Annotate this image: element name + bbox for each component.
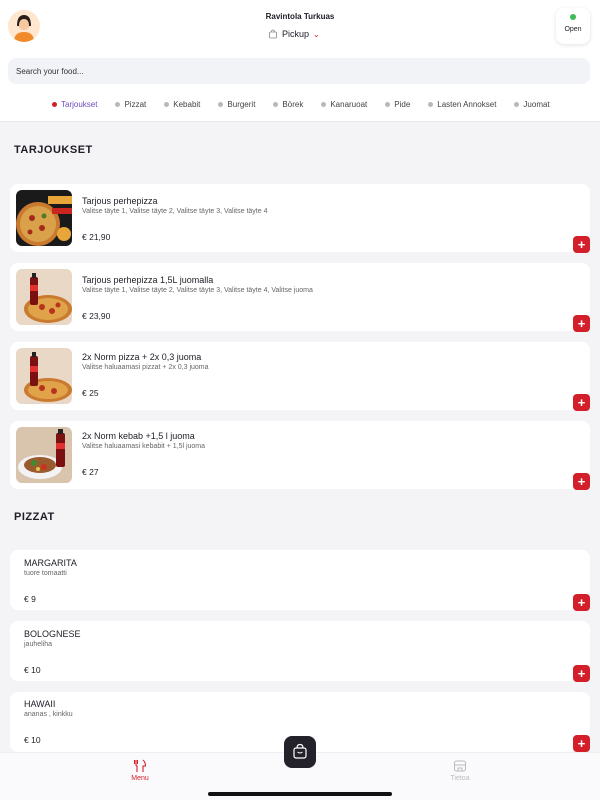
bullet-icon [385, 102, 391, 107]
item-image [16, 269, 72, 325]
item-description: Valitse haluaamasi kebabit + 1,5l juoma [82, 443, 206, 450]
item-description: tuore tomaatti [24, 570, 67, 577]
section-title-pizzas: PIZZAT [14, 511, 55, 523]
item-price: € 23,90 [82, 311, 111, 321]
nav-info[interactable]: Tietoa [420, 759, 500, 782]
app-header: Ravintola Turkuas Pickup ⌄ Open Tarjouks… [0, 0, 600, 122]
item-name: 2x Norm kebab +1,5 l juoma [82, 431, 195, 441]
add-to-cart-button[interactable]: + [573, 594, 590, 611]
nav-info-label: Tietoa [450, 775, 470, 782]
section-title-offers: TARJOUKSET [14, 144, 93, 156]
tab-juomat[interactable]: Juomat [514, 100, 550, 109]
add-to-cart-button[interactable]: + [573, 236, 590, 253]
bullet-icon [164, 102, 170, 107]
bullet-icon [514, 102, 520, 107]
menu-item-card[interactable]: 2x Norm kebab +1,5 l juoma Valitse halua… [10, 421, 590, 490]
menu-item-card[interactable]: Tarjous perhepizza Valitse täyte 1, Vali… [10, 184, 590, 253]
tab-pide[interactable]: Pide [385, 100, 410, 109]
bullet-icon [321, 102, 327, 107]
tab-label: Tarjoukset [61, 100, 98, 109]
add-to-cart-button[interactable]: + [573, 665, 590, 682]
item-price: € 21,90 [82, 232, 111, 242]
cart-button[interactable] [284, 736, 316, 768]
item-price: € 27 [82, 467, 99, 477]
fork-knife-icon [133, 759, 147, 772]
item-description: Valitse täyte 1, Valitse täyte 2, Valits… [82, 287, 313, 294]
category-tabs: Tarjoukset Pizzat Kebabit Burgerit Börek… [52, 100, 550, 109]
bag-icon [269, 29, 277, 39]
item-price: € 10 [24, 735, 41, 745]
item-price: € 10 [24, 665, 41, 675]
item-name: MARGARITA [24, 558, 77, 568]
tab-label: Kebabit [173, 100, 201, 109]
tab-label: Juomat [523, 100, 550, 109]
tab-label: Burgerit [227, 100, 256, 109]
tab-lasten-annokset[interactable]: Lasten Annokset [428, 100, 496, 109]
menu-item-card[interactable]: BOLOGNESE jauheliha € 10 + [10, 621, 590, 682]
item-name: HAWAII [24, 699, 56, 709]
item-description: jauheliha [24, 641, 53, 648]
nav-menu-label: Menu [131, 775, 149, 782]
add-to-cart-button[interactable]: + [573, 473, 590, 490]
menu-item-card[interactable]: Tarjous perhepizza 1,5L juomalla Valitse… [10, 263, 590, 332]
item-price: € 9 [24, 594, 36, 604]
add-to-cart-button[interactable]: + [573, 394, 590, 411]
item-image [16, 190, 72, 246]
item-description: ananas , kinkku [24, 711, 73, 718]
tab-burgerit[interactable]: Burgerit [218, 100, 255, 109]
status-label: Open [564, 26, 582, 33]
bullet-icon [115, 102, 121, 107]
tab-label: Pizzat [124, 100, 147, 109]
open-status-badge: Open [556, 8, 590, 44]
item-image [16, 348, 72, 404]
home-indicator [208, 792, 392, 796]
item-description: Valitse haluaamasi pizzat + 2x 0,3 juoma [82, 364, 209, 371]
order-mode-select[interactable]: Pickup ⌄ [268, 27, 320, 41]
item-description: Valitse täyte 1, Valitse täyte 2, Valits… [82, 208, 268, 215]
store-icon [454, 760, 466, 772]
tab-kebabit[interactable]: Kebabit [164, 100, 200, 109]
status-dot-icon [570, 14, 576, 20]
tab-tarjoukset[interactable]: Tarjoukset [52, 100, 97, 109]
menu-item-card[interactable]: 2x Norm pizza + 2x 0,3 juoma Valitse hal… [10, 342, 590, 411]
add-to-cart-button[interactable]: + [573, 315, 590, 332]
nav-menu[interactable]: Menu [100, 759, 180, 782]
bullet-icon [52, 102, 57, 107]
shopping-bag-icon [293, 743, 307, 759]
bullet-icon [218, 102, 224, 107]
tab-borek[interactable]: Börek [273, 100, 303, 109]
order-mode-label: Pickup [282, 29, 310, 39]
tab-label: Pide [394, 100, 411, 109]
item-name: BOLOGNESE [24, 629, 81, 639]
item-name: Tarjous perhepizza 1,5L juomalla [82, 275, 214, 285]
item-price: € 25 [82, 388, 99, 398]
tab-label: Lasten Annokset [437, 100, 497, 109]
bullet-icon [273, 102, 279, 107]
add-to-cart-button[interactable]: + [573, 735, 590, 752]
tab-pizzat[interactable]: Pizzat [115, 100, 146, 109]
bullet-icon [428, 102, 434, 107]
item-name: Tarjous perhepizza [82, 196, 158, 206]
item-image [16, 427, 72, 483]
restaurant-name: Ravintola Turkuas [265, 12, 335, 21]
tab-label: Börek [282, 100, 304, 109]
tab-label: Kanaruoat [330, 100, 368, 109]
menu-item-card[interactable]: MARGARITA tuore tomaatti € 9 + [10, 550, 590, 611]
search-input[interactable] [8, 58, 590, 84]
tab-kanaruoat[interactable]: Kanaruoat [321, 100, 367, 109]
chevron-down-icon: ⌄ [313, 29, 320, 39]
item-name: 2x Norm pizza + 2x 0,3 juoma [82, 352, 202, 362]
